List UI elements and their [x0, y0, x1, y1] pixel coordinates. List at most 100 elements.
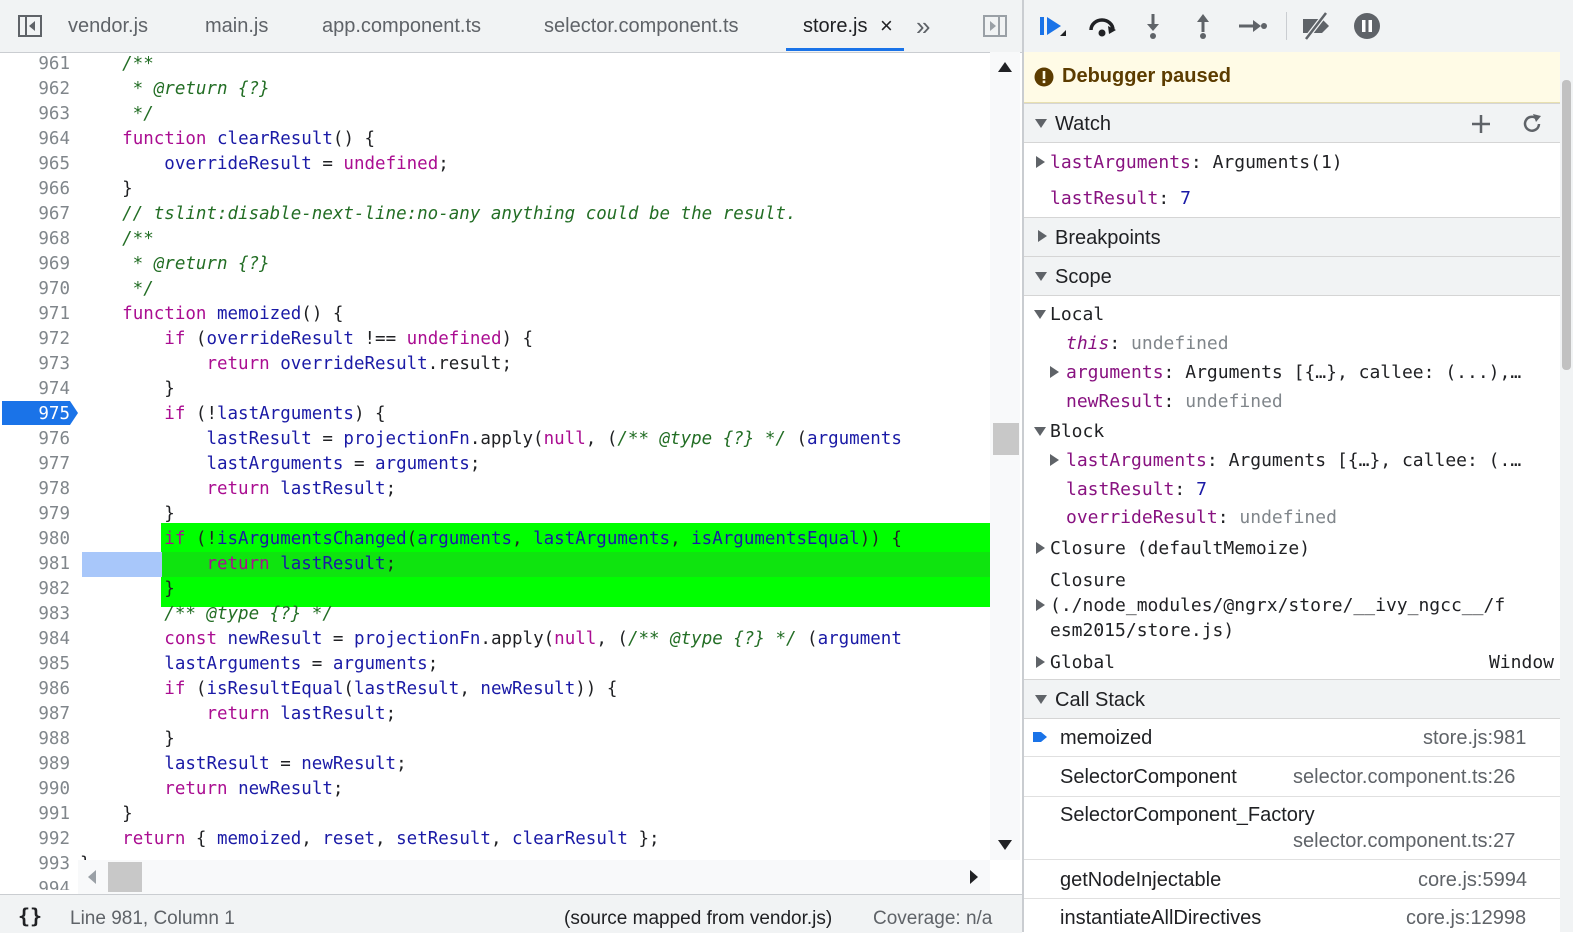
scope-block[interactable]: Block	[1034, 421, 1104, 442]
code-line[interactable]: return lastResult;	[80, 477, 396, 502]
expand-icon[interactable]	[1050, 454, 1059, 466]
editor-vertical-scroll-thumb[interactable]	[993, 423, 1019, 455]
code-line[interactable]: return lastResult;	[80, 552, 396, 577]
step-out-icon[interactable]	[1187, 10, 1219, 42]
call-frame-location[interactable]: selector.component.ts:26	[1293, 766, 1515, 789]
source-map-link[interactable]: (source mapped from vendor.js)	[564, 908, 832, 930]
scope-local[interactable]: Local	[1034, 304, 1104, 325]
expand-icon[interactable]	[1036, 656, 1045, 668]
line-number[interactable]: 974	[0, 377, 70, 402]
code-line[interactable]: return { memoized, reset, setResult, cle…	[80, 827, 659, 852]
code-line[interactable]: function memoized() {	[80, 302, 343, 327]
call-frame-memoized[interactable]: memoized store.js:981	[1024, 718, 1560, 757]
line-number[interactable]: 994	[0, 877, 70, 890]
line-number[interactable]: 985	[0, 652, 70, 677]
line-number[interactable]: 991	[0, 802, 70, 827]
line-number[interactable]: 971	[0, 302, 70, 327]
code-line[interactable]: if (!lastArguments) {	[80, 402, 385, 427]
editor-vertical-scrollbar[interactable]	[990, 52, 1020, 860]
resume-icon[interactable]	[1036, 10, 1068, 42]
line-number[interactable]: 982	[0, 577, 70, 602]
code-line[interactable]: overrideResult = undefined;	[80, 152, 449, 177]
line-number[interactable]: 986	[0, 677, 70, 702]
code-line[interactable]: lastArguments = arguments;	[80, 452, 480, 477]
close-tab-icon[interactable]: ×	[880, 0, 893, 52]
code-line[interactable]: if (isResultEqual(lastResult, newResult)…	[80, 677, 617, 702]
line-number[interactable]: 969	[0, 252, 70, 277]
scope-closure-store-path[interactable]: (./node_modules/@ngrx/store/__ivy_ngcc__…	[1034, 595, 1505, 616]
expand-icon[interactable]	[1050, 366, 1059, 378]
line-number[interactable]: 984	[0, 627, 70, 652]
watch-section-header[interactable]: Watch	[1024, 103, 1560, 143]
call-stack-section-header[interactable]: Call Stack	[1024, 679, 1560, 719]
expand-icon[interactable]	[1036, 542, 1045, 554]
code-line[interactable]: return newResult;	[80, 777, 343, 802]
line-number[interactable]: 979	[0, 502, 70, 527]
call-frame-location[interactable]: selector.component.ts:27	[1293, 830, 1515, 853]
deactivate-breakpoints-icon[interactable]	[1300, 10, 1332, 42]
sidebar-vertical-scroll-thumb[interactable]	[1562, 80, 1571, 370]
watch-item-lastArguments[interactable]: lastArguments: Arguments(1)	[1034, 152, 1343, 173]
line-number[interactable]: 972	[0, 327, 70, 352]
line-number[interactable]: 967	[0, 202, 70, 227]
line-number[interactable]: 977	[0, 452, 70, 477]
code-line[interactable]: }	[80, 502, 175, 527]
code-line[interactable]: /**	[80, 52, 154, 77]
toggle-debugger-sidebar-icon[interactable]	[983, 14, 1007, 38]
scope-global[interactable]: Global Window	[1034, 652, 1554, 673]
line-number[interactable]: 988	[0, 727, 70, 752]
line-number[interactable]: 978	[0, 477, 70, 502]
code-line[interactable]: }	[80, 377, 175, 402]
call-frame-SelectorComponent[interactable]: SelectorComponent selector.component.ts:…	[1024, 757, 1560, 797]
scope-item-overrideResult[interactable]: overrideResult: undefined	[1066, 507, 1337, 528]
line-number-gutter[interactable]: 961 962 963 964 965 966 967 968 969 970 971 972 973 9…	[0, 52, 78, 890]
tab-vendor-js[interactable]: vendor.js	[68, 0, 148, 52]
line-number[interactable]: 993	[0, 852, 70, 877]
call-frame-SelectorComponent_Factory[interactable]: SelectorComponent_Factory selector.compo…	[1024, 797, 1560, 860]
collapse-icon[interactable]	[1034, 310, 1046, 319]
line-number[interactable]: 983	[0, 602, 70, 627]
step-icon[interactable]	[1236, 10, 1268, 42]
step-into-icon[interactable]	[1137, 10, 1169, 42]
code-line[interactable]: /** @type {?} */	[80, 602, 333, 627]
expand-icon[interactable]	[1036, 599, 1045, 611]
scope-section-header[interactable]: Scope	[1024, 256, 1560, 296]
line-number[interactable]: 981	[0, 552, 70, 577]
pause-on-exceptions-icon[interactable]	[1351, 10, 1383, 42]
code-line[interactable]: return lastResult;	[80, 702, 396, 727]
scroll-left-icon[interactable]	[86, 869, 98, 885]
line-number[interactable]: 966	[0, 177, 70, 202]
line-number[interactable]: 987	[0, 702, 70, 727]
call-frame-getNodeInjectable[interactable]: getNodeInjectable core.js:5994	[1024, 860, 1560, 899]
code-line[interactable]: lastResult = newResult;	[80, 752, 406, 777]
line-number[interactable]: 975	[0, 402, 70, 427]
tab-main-js[interactable]: main.js	[205, 0, 268, 52]
code-line[interactable]: */	[80, 102, 154, 127]
expand-icon[interactable]	[1036, 156, 1045, 168]
scope-closure-store[interactable]: Closure	[1050, 570, 1126, 591]
scroll-up-icon[interactable]	[997, 60, 1013, 74]
scope-item-lastResult[interactable]: lastResult: 7	[1066, 479, 1207, 500]
editor-horizontal-scrollbar[interactable]	[78, 860, 990, 894]
breakpoints-section-header[interactable]: Breakpoints	[1024, 217, 1560, 257]
code-line[interactable]: return overrideResult.result;	[80, 352, 512, 377]
code-line[interactable]: if (!isArgumentsChanged(arguments, lastA…	[80, 527, 902, 552]
code-line[interactable]: function clearResult() {	[80, 127, 375, 152]
code-line[interactable]: * @return {?}	[80, 77, 270, 102]
code-line[interactable]: }	[80, 727, 175, 752]
code-line[interactable]: /**	[80, 227, 154, 252]
collapse-icon[interactable]	[1034, 427, 1046, 436]
call-frame-instantiateAllDirectives[interactable]: instantiateAllDirectives core.js:12998	[1024, 899, 1560, 932]
scope-item-newResult[interactable]: newResult: undefined	[1066, 391, 1283, 412]
step-over-icon[interactable]	[1086, 10, 1118, 42]
tab-selector-component-ts[interactable]: selector.component.ts	[544, 0, 739, 52]
line-number[interactable]: 961	[0, 52, 70, 77]
scope-item-this[interactable]: this: undefined	[1066, 333, 1229, 354]
code-line[interactable]: */	[80, 277, 154, 302]
scope-item-arguments[interactable]: arguments: Arguments [{…}, callee: (...)…	[1050, 362, 1521, 383]
editor-horizontal-scroll-thumb[interactable]	[108, 862, 142, 892]
line-number[interactable]: 989	[0, 752, 70, 777]
call-frame-location[interactable]: core.js:12998	[1406, 907, 1526, 930]
code-line[interactable]: * @return {?}	[80, 252, 270, 277]
code-line[interactable]: }	[80, 177, 133, 202]
